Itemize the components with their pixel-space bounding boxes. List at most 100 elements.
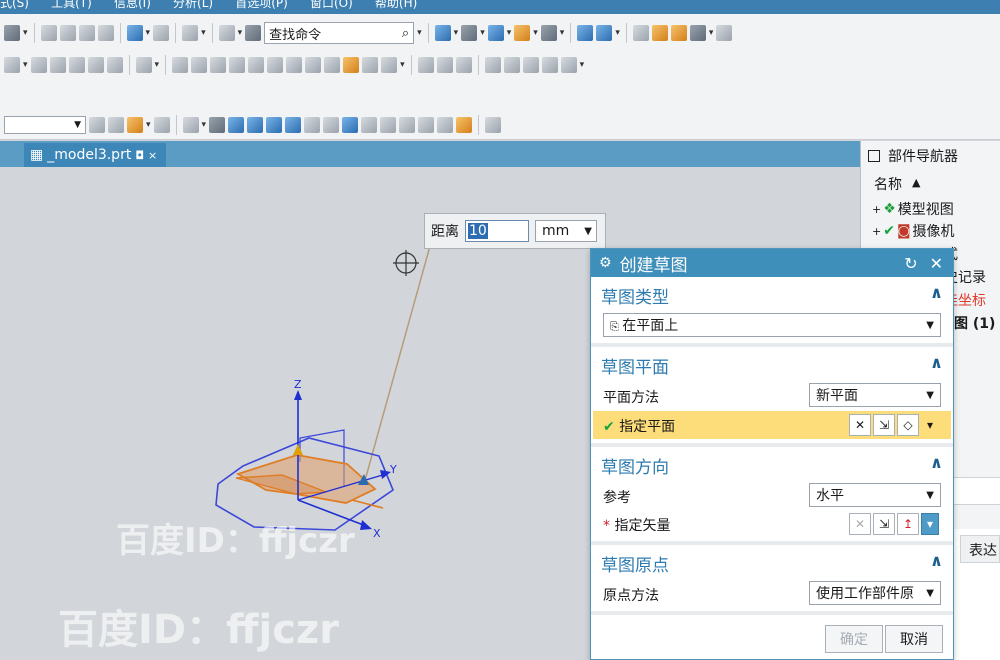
plane-inference-icon[interactable]: ✕ xyxy=(849,414,871,436)
dropdown-arrow-icon[interactable]: ▾ xyxy=(146,28,151,38)
dropdown-arrow-icon[interactable]: ▾ xyxy=(202,120,207,130)
render-style-icon[interactable] xyxy=(461,25,478,41)
intersect-icon[interactable] xyxy=(68,57,85,73)
measure-icon[interactable] xyxy=(651,25,668,41)
mirror-icon[interactable] xyxy=(210,57,227,73)
quadrant-snap-icon[interactable] xyxy=(361,117,378,133)
hole-icon[interactable] xyxy=(286,57,303,73)
redo-icon[interactable] xyxy=(153,25,170,41)
grid-icon[interactable] xyxy=(485,117,502,133)
snap-icon[interactable] xyxy=(716,25,733,41)
dropdown-arrow-icon[interactable]: ▾ xyxy=(533,28,538,38)
motion-icon[interactable] xyxy=(689,25,706,41)
extrude-icon[interactable] xyxy=(229,57,246,73)
cut-icon[interactable] xyxy=(59,25,76,41)
menu-item[interactable]: 工具(T) xyxy=(51,0,92,10)
plane-dialog-icon[interactable]: ◇ xyxy=(897,414,919,436)
datum-plane-icon[interactable] xyxy=(417,57,434,73)
dropdown-arrow-icon[interactable]: ▾ xyxy=(615,28,620,38)
arc-center-snap-icon[interactable] xyxy=(304,117,321,133)
close-icon[interactable]: ✕ xyxy=(930,254,943,273)
filter-icon[interactable] xyxy=(89,117,105,133)
plane-options-dropdown[interactable]: ▾ xyxy=(921,414,939,436)
window-icon[interactable] xyxy=(218,25,235,41)
dropdown-arrow-icon[interactable]: ▾ xyxy=(580,60,585,70)
distance-value-field[interactable]: 10 xyxy=(465,220,529,242)
analysis-icon[interactable] xyxy=(670,25,687,41)
chamfer-icon[interactable] xyxy=(381,57,398,73)
distance-unit-select[interactable]: mm ▼ xyxy=(535,220,597,242)
body-select-icon[interactable] xyxy=(228,117,245,133)
navigator-column-header[interactable]: 名称 ▲ xyxy=(868,174,1000,196)
expand-icon[interactable]: + xyxy=(872,225,881,238)
on-curve-snap-icon[interactable] xyxy=(399,117,416,133)
tool-icon[interactable] xyxy=(4,25,20,41)
dropdown-arrow-icon[interactable]: ▾ xyxy=(146,120,151,130)
reference-select[interactable]: 水平 ▼ xyxy=(809,483,941,507)
dropdown-arrow-icon[interactable]: ▾ xyxy=(23,60,28,70)
frame-icon[interactable] xyxy=(191,57,208,73)
pattern-icon[interactable] xyxy=(484,57,501,73)
trim-icon[interactable] xyxy=(106,57,123,73)
document-tab[interactable]: ▦ _model3.prt ◘ × xyxy=(24,143,166,167)
navigator-item[interactable]: 图 (1) ' xyxy=(954,313,1000,333)
dropdown-arrow-icon[interactable]: ▾ xyxy=(201,28,206,38)
info-icon[interactable] xyxy=(245,25,262,41)
revolve-icon[interactable] xyxy=(248,57,265,73)
vector-dialog-icon[interactable]: ↥ xyxy=(897,513,919,535)
ok-button[interactable]: 确定 xyxy=(825,625,883,653)
boss-icon[interactable] xyxy=(305,57,322,73)
undo-icon[interactable] xyxy=(126,25,143,41)
menu-item[interactable]: 式(S) xyxy=(0,0,29,10)
select-all-icon[interactable] xyxy=(108,117,124,133)
vector-options-dropdown[interactable]: ▾ xyxy=(921,513,939,535)
vector-flip-icon[interactable]: ⇲ xyxy=(873,513,895,535)
lasso-icon[interactable] xyxy=(153,117,170,133)
dropdown-arrow-icon[interactable]: ▾ xyxy=(238,28,243,38)
menu-item[interactable]: 首选项(P) xyxy=(235,0,288,10)
dimension-icon[interactable] xyxy=(135,57,152,73)
menu-item[interactable]: 窗口(O) xyxy=(310,0,353,10)
subtract-icon[interactable] xyxy=(522,57,539,73)
collapse-icon[interactable]: ∧ xyxy=(930,551,943,570)
feature-select-icon[interactable] xyxy=(209,117,226,133)
dropdown-arrow-icon[interactable]: ▾ xyxy=(400,60,405,70)
menu-item[interactable]: 信息(I) xyxy=(114,0,151,10)
selection-filter-dropdown[interactable]: ▼ xyxy=(4,116,86,134)
dropdown-arrow-icon[interactable]: ▾ xyxy=(709,28,714,38)
cancel-button[interactable]: 取消 xyxy=(885,625,943,653)
rect-select-icon[interactable] xyxy=(182,117,199,133)
dropdown-arrow-icon[interactable]: ▾ xyxy=(417,28,422,38)
close-tab-icon[interactable]: × xyxy=(148,149,157,162)
expand-icon[interactable]: + xyxy=(872,203,881,216)
datum-icon[interactable] xyxy=(343,57,360,73)
collapse-icon[interactable]: ∧ xyxy=(930,353,943,372)
sketch-type-select[interactable]: ⎘ 在平面上 ▼ xyxy=(603,313,941,337)
paste-icon[interactable] xyxy=(97,25,114,41)
existing-point-snap-icon[interactable] xyxy=(380,117,397,133)
section-view-icon[interactable] xyxy=(577,25,594,41)
shell-icon[interactable] xyxy=(436,57,453,73)
sketch-tool-icon[interactable] xyxy=(4,57,20,73)
vector-inference-icon[interactable]: ✕ xyxy=(849,513,871,535)
layer-icon[interactable] xyxy=(540,25,557,41)
draft-icon[interactable] xyxy=(455,57,472,73)
snap-point-icon[interactable] xyxy=(247,117,264,133)
dropdown-arrow-icon[interactable]: ▾ xyxy=(454,28,459,38)
line-icon[interactable] xyxy=(182,25,199,41)
profile-icon[interactable] xyxy=(30,57,47,73)
reset-icon[interactable]: ↻ xyxy=(904,254,917,273)
point-on-curve-icon[interactable] xyxy=(456,117,473,133)
blend-icon[interactable] xyxy=(362,57,379,73)
endpoint-snap-icon[interactable] xyxy=(266,117,283,133)
menu-item[interactable]: 分析(L) xyxy=(173,0,213,10)
navigator-item[interactable]: + ❖ 模型视图 xyxy=(872,199,954,219)
dropdown-arrow-icon[interactable]: ▾ xyxy=(507,28,512,38)
copy-icon[interactable] xyxy=(78,25,95,41)
unite-icon[interactable] xyxy=(503,57,520,73)
constraint-icon[interactable] xyxy=(172,57,189,73)
plane-method-select[interactable]: 新平面 ▼ xyxy=(809,383,941,407)
sew-icon[interactable] xyxy=(560,57,577,73)
intersect-body-icon[interactable] xyxy=(541,57,558,73)
plane-flip-icon[interactable]: ⇲ xyxy=(873,414,895,436)
